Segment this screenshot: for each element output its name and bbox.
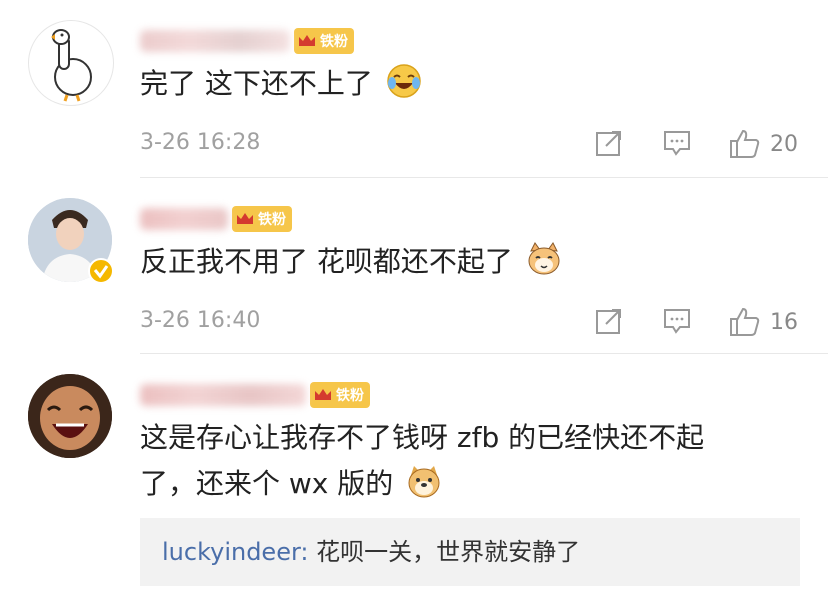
like-button[interactable]: 20 [728,128,798,160]
comment-text: 反正我不用了 花呗都还不起了 [140,240,562,284]
crown-icon [310,382,336,408]
reply-preview[interactable]: luckyindeer: 花呗一关，世界就安静了 [140,518,800,586]
thumbs-up-icon [730,307,760,336]
laugh-cry-emoji [387,64,421,98]
username-row[interactable]: 铁粉 [140,26,354,56]
username-blurred[interactable] [140,384,306,406]
share-icon [596,131,621,156]
comment-icon [664,309,690,334]
avatar[interactable] [28,374,112,458]
username-row[interactable]: 铁粉 [140,380,370,410]
doge-emoji [408,466,440,498]
comment-time: 3-26 16:40 [140,308,261,333]
thumbs-up-icon [730,129,760,158]
like-count: 16 [770,309,798,335]
comment-1: 铁粉 完了 这下还不上了 3-26 16:28 20 [0,0,828,178]
comment-button[interactable] [662,306,692,336]
comment-3: 铁粉 这是存心让我存不了钱呀 zfb 的已经快还不起 了，还来个 wx 版的 l… [0,354,828,601]
share-button[interactable] [594,128,624,158]
share-icon [596,309,621,334]
reply-username[interactable]: luckyindeer: [162,538,309,566]
fan-badge: 铁粉 [294,28,354,54]
username-blurred[interactable] [140,208,228,230]
crown-icon [294,28,320,54]
cat-emoji [528,242,560,275]
fan-badge: 铁粉 [232,206,292,232]
fan-badge: 铁粉 [310,382,370,408]
avatar[interactable] [28,20,114,106]
comment-time: 3-26 16:28 [140,130,261,155]
verified-badge-icon [88,258,114,284]
comment-icon [664,131,690,156]
share-button[interactable] [594,306,624,336]
comment-text-line2: 了，还来个 wx 版的 [140,462,442,506]
comment-button[interactable] [662,128,692,158]
comment-text: 完了 这下还不上了 [140,62,422,106]
crown-icon [232,206,258,232]
username-blurred[interactable] [140,30,290,52]
username-row[interactable]: 铁粉 [140,204,292,234]
like-button[interactable]: 16 [728,306,798,338]
comment-2: 铁粉 反正我不用了 花呗都还不起了 3-26 16:40 16 [0,178,828,354]
like-count: 20 [770,131,798,157]
reply-text: 花呗一关，世界就安静了 [308,538,581,566]
comment-text-line1: 这是存心让我存不了钱呀 zfb 的已经快还不起 [140,421,705,454]
